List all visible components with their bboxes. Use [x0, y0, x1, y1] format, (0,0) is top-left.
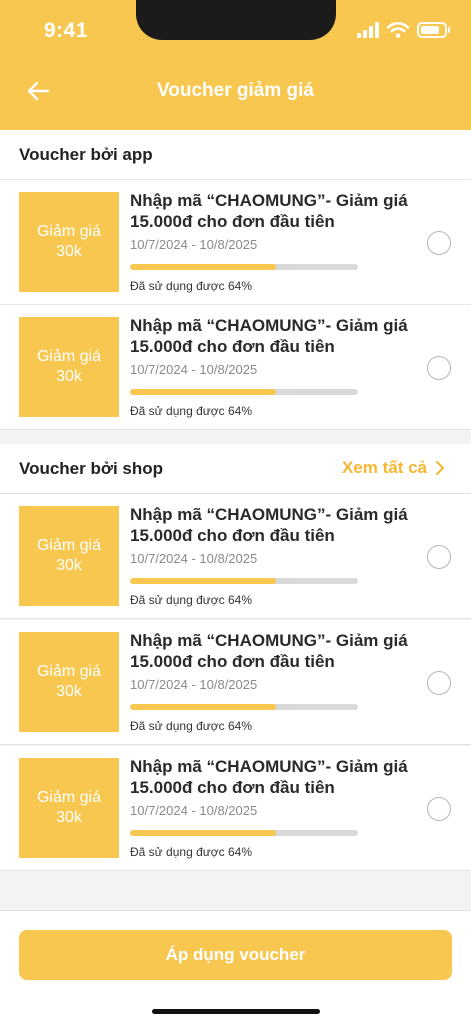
voucher-badge-amount: 30k	[56, 243, 82, 260]
voucher-progress	[130, 389, 358, 395]
voucher-badge: Giảm giá 30k	[15, 632, 119, 732]
voucher-select-radio[interactable]	[427, 231, 451, 255]
voucher-usage: Đã sử dụng được 64%	[130, 719, 252, 733]
section-app-title: Voucher bởi app	[19, 145, 153, 164]
bottom-action-bar: Áp dụng voucher	[0, 910, 471, 1024]
apply-voucher-button[interactable]: Áp dụng voucher	[19, 930, 452, 980]
voucher-progress-fill	[130, 578, 276, 584]
voucher-badge-label: Giảm giá	[36, 348, 102, 365]
see-all-link[interactable]: Xem tất cả	[342, 458, 445, 478]
chevron-right-icon	[436, 461, 444, 475]
wifi-icon	[387, 22, 409, 38]
voucher-title: Nhập mã “CHAOMUNG”- Giảm giá 15.000đ cho…	[130, 505, 408, 545]
voucher-select-radio[interactable]	[427, 797, 451, 821]
voucher-usage: Đã sử dụng được 64%	[130, 404, 252, 418]
voucher-progress	[130, 264, 358, 270]
voucher-badge-label: Giảm giá	[36, 537, 102, 554]
voucher-badge-label: Giảm giá	[36, 789, 102, 806]
voucher-badge-amount: 30k	[56, 557, 82, 574]
device-notch	[136, 0, 336, 40]
voucher-item[interactable]: Giảm giá 30k Nhập mã “CHAOMUNG”- Giảm giá…	[0, 305, 471, 430]
voucher-badge-label: Giảm giá	[36, 663, 102, 680]
section-shop-title: Voucher bởi shop	[19, 459, 164, 478]
voucher-date: 10/7/2024 - 10/8/2025	[130, 803, 258, 818]
voucher-item[interactable]: Giảm giá 30k Nhập mã “CHAOMUNG”- Giảm giá…	[0, 620, 471, 745]
voucher-badge-amount: 30k	[56, 368, 82, 385]
voucher-usage: Đã sử dụng được 64%	[130, 593, 252, 607]
voucher-item[interactable]: Giảm giá 30k Nhập mã “CHAOMUNG”- Giảm giá…	[0, 746, 471, 871]
voucher-badge: Giảm giá 30k	[15, 758, 119, 858]
voucher-select-radio[interactable]	[427, 356, 451, 380]
voucher-progress-fill	[130, 389, 276, 395]
voucher-item[interactable]: Giảm giá 30k Nhập mã “CHAOMUNG”- Giảm giá…	[0, 494, 471, 619]
voucher-progress-fill	[130, 830, 276, 836]
voucher-date: 10/7/2024 - 10/8/2025	[130, 551, 258, 566]
voucher-title: Nhập mã “CHAOMUNG”- Giảm giá 15.000đ cho…	[130, 631, 408, 671]
voucher-select-radio[interactable]	[427, 545, 451, 569]
status-icons	[357, 22, 450, 38]
voucher-badge-amount: 30k	[56, 809, 82, 826]
voucher-badge: Giảm giá 30k	[15, 506, 119, 606]
section-app-header: Voucher bởi app	[0, 130, 471, 180]
voucher-progress-fill	[130, 264, 276, 270]
voucher-item[interactable]: Giảm giá 30k Nhập mã “CHAOMUNG”- Giảm giá…	[0, 180, 471, 305]
voucher-progress	[130, 704, 358, 710]
voucher-progress-fill	[130, 704, 276, 710]
voucher-progress	[130, 830, 358, 836]
voucher-date: 10/7/2024 - 10/8/2025	[130, 362, 258, 377]
voucher-select-radio[interactable]	[427, 671, 451, 695]
cellular-signal-icon	[357, 22, 379, 38]
voucher-progress	[130, 578, 358, 584]
voucher-date: 10/7/2024 - 10/8/2025	[130, 237, 258, 252]
voucher-usage: Đã sử dụng được 64%	[130, 279, 252, 293]
see-all-label: Xem tất cả	[341, 458, 427, 477]
status-time: 9:41	[44, 19, 89, 42]
home-indicator	[152, 1009, 320, 1014]
voucher-badge: Giảm giá 30k	[15, 192, 119, 292]
voucher-date: 10/7/2024 - 10/8/2025	[130, 677, 258, 692]
voucher-title: Nhập mã “CHAOMUNG”- Giảm giá 15.000đ cho…	[130, 191, 408, 231]
page-title: Voucher giảm giá	[157, 80, 314, 101]
voucher-usage: Đã sử dụng được 64%	[130, 845, 252, 859]
battery-icon	[417, 22, 450, 38]
section-shop-header: Voucher bởi shop Xem tất cả	[0, 444, 471, 494]
voucher-title: Nhập mã “CHAOMUNG”- Giảm giá 15.000đ cho…	[130, 316, 408, 356]
voucher-badge-label: Giảm giá	[36, 223, 102, 240]
voucher-title: Nhập mã “CHAOMUNG”- Giảm giá 15.000đ cho…	[130, 757, 408, 797]
voucher-badge-amount: 30k	[56, 683, 82, 700]
app-header: 9:41 Voucher giảm giá	[0, 0, 471, 130]
voucher-badge: Giảm giá 30k	[15, 317, 119, 417]
